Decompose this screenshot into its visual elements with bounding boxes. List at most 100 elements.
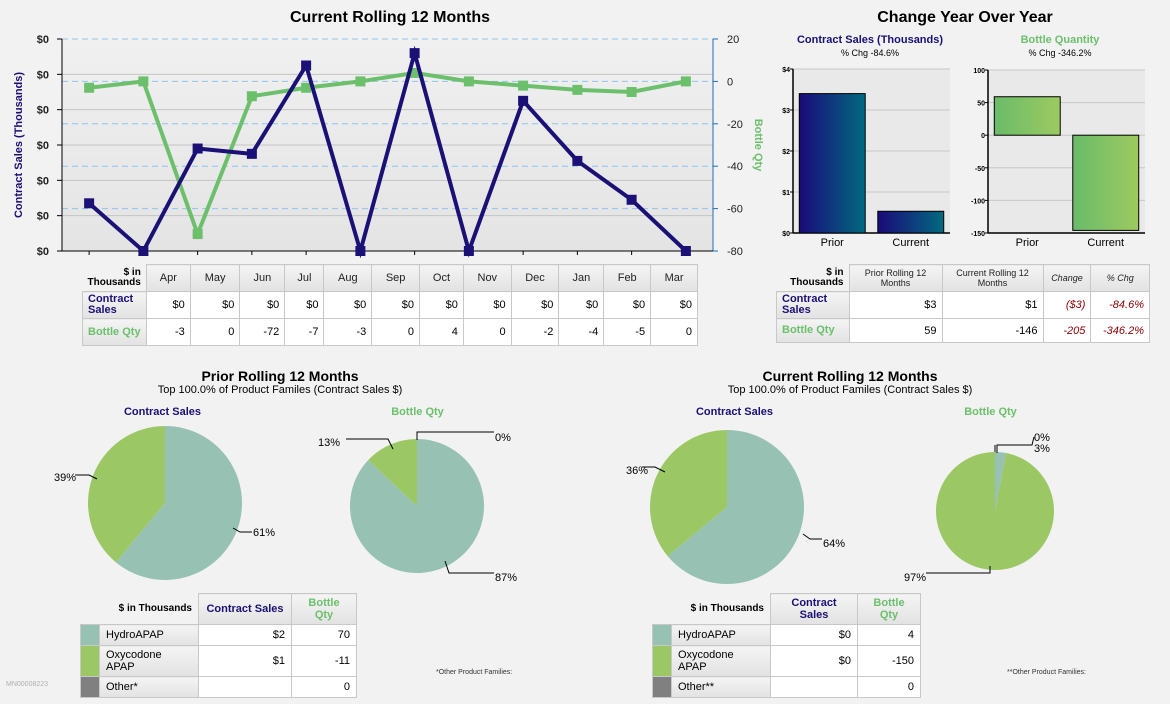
table-cell (198, 676, 292, 698)
data-point (84, 198, 95, 209)
row-header-contract-sales: Contract Sales (776, 291, 850, 319)
pie-percent-label: 13% (318, 437, 340, 449)
table-cell: $0 (770, 645, 858, 677)
pie-charts: 61% 39% 87% 13% 0% 64% 36% 3% 97% 0% (54, 426, 1054, 584)
product-name: HydroAPAP (99, 624, 199, 646)
y-tick-label: -50 (975, 166, 985, 173)
product-name: HydroAPAP (671, 624, 771, 646)
yoy-sales-pct: % Chg -84.6% (840, 48, 900, 58)
y-tick-label: $1 (782, 190, 790, 197)
table-cell: $0 (603, 291, 652, 319)
bar-current (1072, 134, 1140, 231)
row-header-contract-sales: Contract Sales (82, 291, 147, 319)
right-tick-label: 0 (727, 76, 733, 88)
table-cell: 0 (371, 318, 420, 346)
legend-row: HydroAPAP $0 4 (652, 624, 921, 646)
pie-percent-label: 0% (495, 432, 511, 444)
prior-section-subtitle: Top 100.0% of Product Familes (Contract … (157, 384, 403, 396)
legend-row: Other** 0 (652, 676, 921, 698)
left-tick-label: $0 (37, 69, 49, 81)
table-cell: 4 (857, 624, 921, 646)
x-label: Current (892, 237, 929, 249)
row-header-bottle-qty: Bottle Qty (82, 318, 147, 346)
table-cell: 0 (857, 676, 921, 698)
col-header: Bottle Qty (291, 593, 357, 625)
table-cell: -84.6% (1090, 291, 1150, 319)
table-row: Bottle Qty -3 0 -72 -7 -3 0 4 0 -2 -4 -5… (82, 318, 698, 346)
x-label: Current (1087, 237, 1124, 249)
data-point (192, 143, 203, 154)
product-name: Other** (671, 676, 771, 698)
current-legend-table: $ in Thousands Contract Sales Bottle Qty… (652, 593, 921, 698)
table-cell: -205 (1042, 318, 1092, 343)
data-point (518, 80, 529, 91)
table-cell: 4 (418, 318, 464, 346)
table-cell: 0 (291, 676, 357, 698)
yoy-qty-title: Bottle Quantity (1020, 34, 1100, 46)
table-row: Contract Sales $0 $0 $0 $0 $0 $0 $0 $0 $… (82, 291, 698, 319)
table-cell: -7 (284, 318, 325, 346)
pie-percent-label: 87% (495, 572, 517, 584)
pie-percent-label: 39% (54, 472, 76, 484)
data-point (680, 76, 691, 87)
data-point (301, 60, 312, 71)
data-point (463, 246, 474, 256)
table-cell: -72 (239, 318, 286, 346)
legend-swatch (80, 645, 100, 677)
right-tick-label: 20 (727, 34, 739, 46)
table-cell: -5 (603, 318, 652, 346)
data-point (355, 246, 366, 256)
table-cell: $0 (239, 291, 286, 319)
table-cell: -2 (510, 318, 560, 346)
left-tick-label: $0 (37, 140, 49, 152)
left-tick-label: $0 (37, 211, 49, 223)
left-axis-label: Contract Sales (Thousands) (13, 72, 25, 218)
product-name: Oxycodone APAP (99, 645, 199, 677)
month-header: Nov (462, 264, 512, 292)
table-cell (770, 676, 858, 698)
current-pie-qty-title: Bottle Qty (964, 406, 1017, 418)
legend-swatch (652, 645, 672, 677)
data-point (680, 246, 691, 256)
table-row: Bottle Qty 59 -146 -205 -346.2% (776, 318, 1150, 343)
table-cell: $0 (770, 624, 858, 646)
current-section-subtitle: Top 100.0% of Product Familes (Contract … (727, 384, 973, 396)
table-cell: $2 (198, 624, 292, 646)
data-point (355, 76, 366, 87)
table-cell: 0 (650, 318, 698, 346)
table-cell: $0 (418, 291, 464, 319)
table-cell: 70 (291, 624, 357, 646)
pie-percent-label: 3% (1034, 443, 1050, 455)
data-point (246, 91, 257, 102)
bar-prior (993, 96, 1061, 136)
prior-pie-qty-title: Bottle Qty (391, 406, 444, 418)
legend-row: HydroAPAP $2 70 (80, 624, 357, 646)
monthly-table: $ in Thousands Apr May Jun Jul Aug Sep O… (82, 264, 698, 346)
table-cell: -4 (558, 318, 605, 346)
prior-legend-table: $ in Thousands Contract Sales Bottle Qty… (80, 593, 357, 698)
pie-leader-line (996, 436, 1035, 453)
legend-swatch (652, 624, 672, 646)
prior-section-title: Prior Rolling 12 Months (201, 368, 359, 384)
month-header: Jan (558, 264, 605, 292)
data-point (84, 82, 95, 93)
table-cell: $0 (371, 291, 420, 319)
table-cell: $0 (323, 291, 373, 319)
y-tick-label: $2 (782, 149, 790, 156)
data-point (463, 76, 474, 87)
table-cell: -346.2% (1090, 318, 1150, 343)
month-header: Mar (650, 264, 698, 292)
left-tick-label: $0 (37, 246, 49, 258)
right-tick-label: -20 (727, 119, 743, 131)
left-tick-label: $0 (37, 175, 49, 187)
month-header: Jul (284, 264, 325, 292)
right-tick-label: -40 (727, 161, 743, 173)
month-header: Oct (418, 264, 464, 292)
month-header: Feb (603, 264, 652, 292)
table-corner: $ in Thousands (87, 266, 141, 288)
pie-percent-label: 97% (904, 572, 926, 584)
table-cell: $0 (510, 291, 560, 319)
col-header: Contract Sales (198, 593, 292, 625)
data-point (409, 48, 420, 59)
data-point (138, 76, 149, 87)
